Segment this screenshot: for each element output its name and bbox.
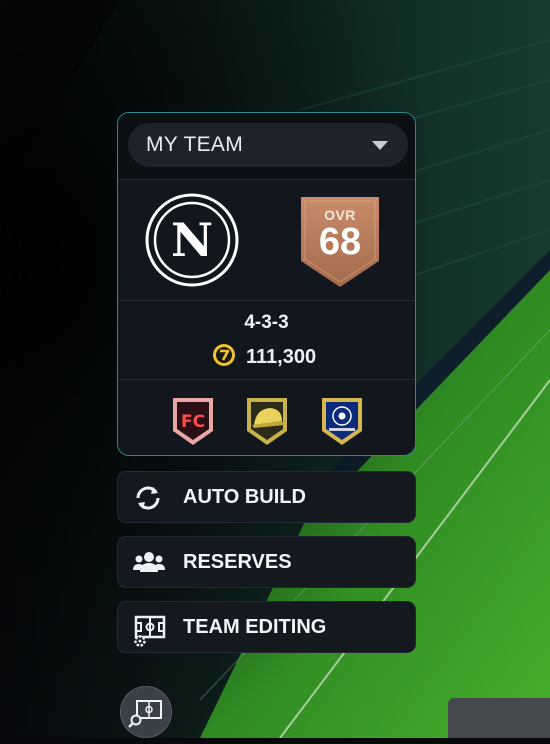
crest-letter: N <box>171 213 213 267</box>
pitch-settings-icon <box>132 613 166 647</box>
team-panel-header: MY TEAM <box>118 113 415 179</box>
coin-icon <box>212 343 236 372</box>
divider <box>118 179 415 180</box>
formation-label: 4-3-3 <box>244 312 289 333</box>
reserves-label: RESERVES <box>183 550 292 573</box>
auto-build-label: AUTO BUILD <box>183 485 306 508</box>
team-editing-button[interactable]: TEAM EDITING <box>117 601 416 653</box>
champions-league-badge-icon[interactable] <box>317 395 367 447</box>
coins-value: 111,300 <box>246 346 317 368</box>
coins-display: 111,300 <box>212 343 316 372</box>
team-editing-label: TEAM EDITING <box>183 615 327 638</box>
ovr-rating-badge: OVR 68 <box>297 195 383 289</box>
team-selector-dropdown[interactable]: MY TEAM <box>128 123 408 167</box>
divider <box>118 300 415 301</box>
reserves-button[interactable]: RESERVES <box>117 536 416 588</box>
pitch-search-icon <box>128 700 162 728</box>
group-icon <box>132 548 165 578</box>
team-panel: MY TEAM N OVR 68 4-3-3 111,300 FC <box>117 112 416 456</box>
svg-text:FC: FC <box>181 412 205 432</box>
team-selector-label: MY TEAM <box>146 133 244 156</box>
ovr-value: 68 <box>318 221 362 263</box>
chevron-down-icon <box>372 141 388 150</box>
fc-badge-icon[interactable]: FC <box>168 395 218 447</box>
corner-panel <box>448 698 550 738</box>
divider <box>118 379 415 380</box>
pitch-search-button[interactable] <box>120 686 172 738</box>
auto-build-button[interactable]: AUTO BUILD <box>117 471 416 523</box>
napoli-crest-icon: N <box>144 192 240 288</box>
cap-badge-icon[interactable] <box>242 395 292 447</box>
badges-row: FC <box>118 395 415 447</box>
refresh-icon <box>132 483 164 513</box>
